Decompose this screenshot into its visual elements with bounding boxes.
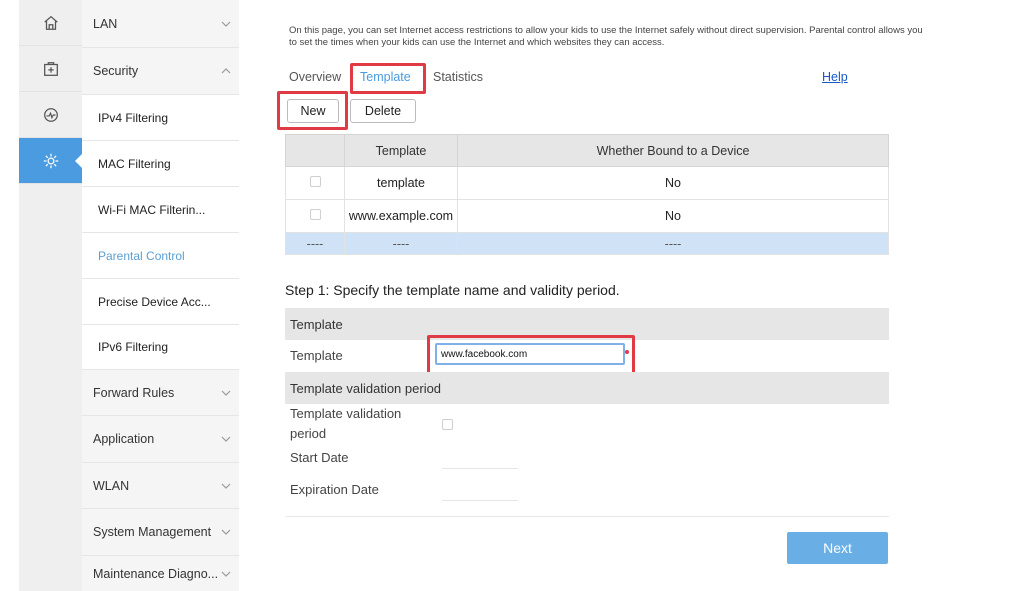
row-checkbox[interactable] bbox=[309, 209, 321, 220]
select-column-header bbox=[285, 134, 345, 167]
template-cell: template bbox=[344, 166, 458, 200]
section-template-header: Template bbox=[285, 308, 889, 340]
table-row[interactable]: template No bbox=[285, 166, 889, 200]
start-date-input[interactable] bbox=[442, 468, 518, 469]
menu-item-forward-rules[interactable]: Forward Rules bbox=[82, 370, 239, 416]
delete-button[interactable]: Delete bbox=[350, 99, 416, 123]
template-table: Template Whether Bound to a Device templ… bbox=[285, 134, 889, 255]
page-description: On this page, you can set Internet acces… bbox=[289, 25, 923, 48]
form-divider bbox=[285, 516, 889, 517]
menu-item-parental-control[interactable]: Parental Control bbox=[82, 233, 239, 279]
menu-item-label: IPv4 Filtering bbox=[98, 110, 169, 125]
menu-item-maintenance-diagnosis[interactable]: Maintenance Diagno... bbox=[82, 556, 239, 591]
menu-item-system-management[interactable]: System Management bbox=[82, 509, 239, 556]
rail-maintenance[interactable] bbox=[19, 46, 82, 92]
column-header-template: Template bbox=[344, 134, 458, 167]
menu-item-label: MAC Filtering bbox=[98, 156, 171, 171]
menu-item-label: Maintenance Diagno... bbox=[93, 566, 219, 581]
step-1-heading: Step 1: Specify the template name and va… bbox=[285, 282, 620, 298]
tab-statistics[interactable]: Statistics bbox=[433, 70, 483, 84]
gauge-icon bbox=[43, 107, 58, 122]
rail-home[interactable] bbox=[19, 0, 82, 46]
chevron-down-icon bbox=[221, 483, 231, 489]
menu-item-lan[interactable]: LAN bbox=[82, 0, 239, 48]
menu-item-label: LAN bbox=[93, 16, 118, 31]
table-empty-row: ---- ---- ---- bbox=[285, 232, 889, 255]
menu-item-security[interactable]: Security bbox=[82, 48, 239, 95]
rail-status[interactable] bbox=[19, 92, 82, 138]
validation-period-checkbox[interactable] bbox=[442, 419, 453, 430]
menu-item-ipv4-filtering[interactable]: IPv4 Filtering bbox=[82, 95, 239, 141]
expiration-date-label: Expiration Date bbox=[290, 482, 379, 497]
start-date-label: Start Date bbox=[290, 450, 349, 465]
empty-cell: ---- bbox=[457, 232, 889, 255]
table-row[interactable]: www.example.com No bbox=[285, 199, 889, 233]
gear-icon bbox=[43, 153, 58, 168]
next-button[interactable]: Next bbox=[787, 532, 888, 564]
empty-cell: ---- bbox=[285, 232, 345, 255]
validation-period-label-line1: Template validation bbox=[290, 406, 402, 421]
chevron-down-icon bbox=[221, 436, 231, 442]
menu-item-precise-device-access[interactable]: Precise Device Acc... bbox=[82, 279, 239, 325]
chevron-up-icon bbox=[221, 68, 231, 74]
menu-item-wlan[interactable]: WLAN bbox=[82, 463, 239, 509]
tab-overview[interactable]: Overview bbox=[289, 70, 341, 84]
template-name-label: Template bbox=[290, 348, 343, 363]
menu-item-label: Forward Rules bbox=[93, 385, 175, 400]
template-name-input[interactable] bbox=[435, 343, 625, 365]
main-content: On this page, you can set Internet acces… bbox=[239, 0, 934, 591]
chevron-down-icon bbox=[221, 390, 231, 396]
menu-item-label: IPv6 Filtering bbox=[98, 340, 169, 354]
column-header-bound: Whether Bound to a Device bbox=[457, 134, 889, 167]
bound-cell: No bbox=[457, 166, 889, 200]
icon-rail bbox=[19, 0, 83, 591]
rail-settings[interactable] bbox=[19, 138, 83, 184]
empty-cell: ---- bbox=[344, 232, 458, 255]
required-marker bbox=[625, 350, 629, 354]
expiration-date-input[interactable] bbox=[442, 500, 518, 501]
table-header-row: Template Whether Bound to a Device bbox=[285, 134, 889, 167]
menu-item-mac-filtering[interactable]: MAC Filtering bbox=[82, 141, 239, 187]
row-checkbox-cell bbox=[285, 199, 345, 233]
menu-item-label: Parental Control bbox=[98, 248, 185, 263]
menu-item-label: Application bbox=[93, 432, 155, 446]
menu-item-label: System Management bbox=[93, 525, 212, 539]
menu-item-ipv6-filtering[interactable]: IPv6 Filtering bbox=[82, 325, 239, 370]
menu-item-label: Security bbox=[93, 64, 139, 78]
row-checkbox[interactable] bbox=[309, 176, 321, 187]
new-button[interactable]: New bbox=[287, 99, 339, 123]
tab-template[interactable]: Template bbox=[360, 70, 411, 84]
chevron-down-icon bbox=[221, 529, 231, 535]
menu-item-wifi-mac-filtering[interactable]: Wi-Fi MAC Filterin... bbox=[82, 187, 239, 233]
sidebar-menu: LAN Security IPv4 Filtering MAC Filterin… bbox=[82, 0, 239, 591]
chevron-down-icon bbox=[221, 571, 231, 577]
medkit-icon bbox=[43, 61, 58, 76]
menu-item-application[interactable]: Application bbox=[82, 416, 239, 463]
home-icon bbox=[43, 15, 58, 30]
validation-period-label-line2: period bbox=[290, 426, 327, 441]
chevron-down-icon bbox=[221, 21, 231, 27]
bound-cell: No bbox=[457, 199, 889, 233]
help-link[interactable]: Help bbox=[822, 70, 848, 84]
menu-item-label: WLAN bbox=[93, 478, 130, 493]
template-cell: www.example.com bbox=[344, 199, 458, 233]
menu-item-label: Precise Device Acc... bbox=[98, 294, 211, 309]
section-validation-header: Template validation period bbox=[285, 372, 889, 404]
row-checkbox-cell bbox=[285, 166, 345, 200]
menu-item-label: Wi-Fi MAC Filterin... bbox=[98, 202, 206, 217]
